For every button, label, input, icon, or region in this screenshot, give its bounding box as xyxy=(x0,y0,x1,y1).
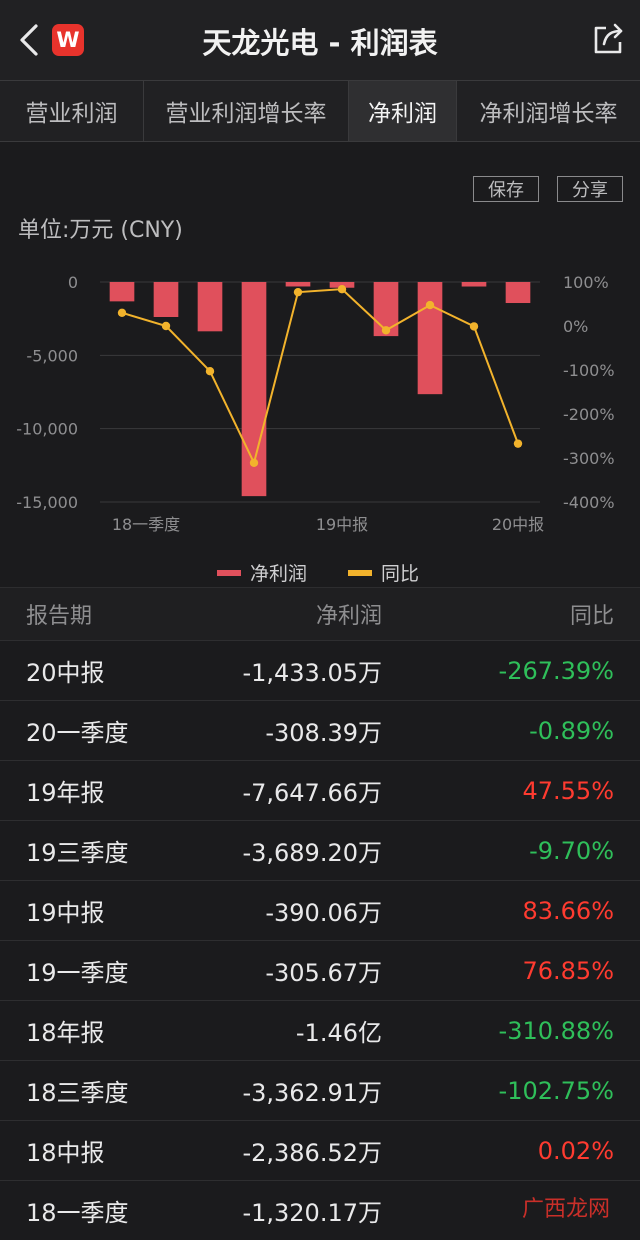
table-row[interactable]: 19中报-390.06万83.66% xyxy=(0,880,640,940)
row-yoy: -102.75% xyxy=(382,1077,640,1105)
left-tick-label: -5,000 xyxy=(26,346,78,365)
table-row[interactable]: 18中报-2,386.52万0.02% xyxy=(0,1120,640,1180)
row-net-profit: -2,386.52万 xyxy=(190,1133,382,1168)
left-tick-label: 0 xyxy=(68,273,78,292)
row-net-profit: -1,433.05万 xyxy=(190,653,382,688)
yoy-point xyxy=(338,285,346,293)
bar xyxy=(286,282,311,286)
row-net-profit: -1,320.17万 xyxy=(190,1193,382,1228)
row-yoy: 47.55% xyxy=(382,777,640,805)
row-period: 19年报 xyxy=(0,773,190,808)
table-row[interactable]: 19一季度-305.67万76.85% xyxy=(0,940,640,1000)
table-row[interactable]: 18三季度-3,362.91万-102.75% xyxy=(0,1060,640,1120)
legend-net-profit-label: 净利润 xyxy=(250,563,307,585)
table-header: 报告期 净利润 同比 xyxy=(0,587,640,640)
left-tick-label: -10,000 xyxy=(16,420,78,439)
yoy-point xyxy=(470,322,478,330)
chart-section: 保存 分享 单位:万元 (CNY) 0-5,000-10,000-15,0001… xyxy=(0,142,640,587)
tab-net-profit-growth[interactable]: 净利润增长率 xyxy=(457,81,640,141)
row-period: 19三季度 xyxy=(0,833,190,868)
yoy-point xyxy=(162,322,170,330)
tab-operating-profit[interactable]: 营业利润 xyxy=(0,81,144,141)
row-yoy: 83.66% xyxy=(382,897,640,925)
right-tick-label: -400% xyxy=(563,493,615,512)
table-body: 20中报-1,433.05万-267.39%20一季度-308.39万-0.89… xyxy=(0,640,640,1240)
row-period: 20一季度 xyxy=(0,713,190,748)
tab-operating-profit-growth[interactable]: 营业利润增长率 xyxy=(144,81,349,141)
yoy-line xyxy=(122,289,518,463)
row-net-profit: -3,362.91万 xyxy=(190,1073,382,1108)
watermark: 广西龙网 xyxy=(522,1191,610,1223)
page-title: 天龙光电 - 利润表 xyxy=(0,20,640,62)
yoy-point xyxy=(514,439,522,447)
back-arrow-icon[interactable] xyxy=(14,22,44,58)
legend-yoy-label: 同比 xyxy=(381,563,419,585)
table-row[interactable]: 20一季度-308.39万-0.89% xyxy=(0,700,640,760)
row-period: 19一季度 xyxy=(0,953,190,988)
row-yoy: -310.88% xyxy=(382,1017,640,1045)
row-yoy: -0.89% xyxy=(382,717,640,745)
yoy-point xyxy=(206,367,214,375)
legend-yoy-swatch xyxy=(348,570,372,576)
right-tick-label: -300% xyxy=(563,449,615,468)
row-period: 19中报 xyxy=(0,893,190,928)
bar xyxy=(154,282,179,317)
right-tick-label: 0% xyxy=(563,317,588,336)
header-period: 报告期 xyxy=(0,598,190,630)
x-tick-label: 19中报 xyxy=(316,515,368,534)
row-net-profit: -7,647.66万 xyxy=(190,773,382,808)
row-net-profit: -3,689.20万 xyxy=(190,833,382,868)
left-tick-label: -15,000 xyxy=(16,493,78,512)
row-period: 18一季度 xyxy=(0,1193,190,1228)
row-yoy: 76.85% xyxy=(382,957,640,985)
header-yoy: 同比 xyxy=(382,598,640,630)
right-tick-label: -100% xyxy=(563,361,615,380)
right-tick-label: 100% xyxy=(563,273,609,292)
table-row[interactable]: 19三季度-3,689.20万-9.70% xyxy=(0,820,640,880)
tab-bar: 营业利润 营业利润增长率 净利润 净利润增长率 xyxy=(0,80,640,142)
bar xyxy=(198,282,223,331)
row-net-profit: -308.39万 xyxy=(190,713,382,748)
bar xyxy=(110,282,135,301)
yoy-point xyxy=(382,326,390,334)
header-net-profit: 净利润 xyxy=(190,598,382,630)
share-icon[interactable] xyxy=(590,22,626,58)
row-period: 18中报 xyxy=(0,1133,190,1168)
table-row[interactable]: 18年报-1.46亿-310.88% xyxy=(0,1000,640,1060)
right-tick-label: -200% xyxy=(563,405,615,424)
row-period: 18三季度 xyxy=(0,1073,190,1108)
yoy-point xyxy=(250,459,258,467)
bar xyxy=(506,282,531,303)
net-profit-chart: 0 -5,000 -10,000 -15,000 100% 0% -100% -200% -30… xyxy=(0,142,640,587)
row-net-profit: -1.46亿 xyxy=(190,1013,382,1048)
x-tick-label: 20中报 xyxy=(492,515,544,534)
tab-net-profit[interactable]: 净利润 xyxy=(349,81,457,141)
top-bar: W 天龙光电 - 利润表 xyxy=(0,0,640,80)
yoy-point xyxy=(426,301,434,309)
row-yoy: -9.70% xyxy=(382,837,640,865)
legend-net-profit-swatch xyxy=(217,570,241,576)
bar xyxy=(462,282,487,287)
row-period: 18年报 xyxy=(0,1013,190,1048)
yoy-point xyxy=(294,288,302,296)
app-logo-icon: W xyxy=(52,24,84,56)
row-yoy: 0.02% xyxy=(382,1137,640,1165)
table-row[interactable]: 19年报-7,647.66万47.55% xyxy=(0,760,640,820)
row-yoy: -267.39% xyxy=(382,657,640,685)
bar xyxy=(418,282,443,394)
yoy-point xyxy=(118,309,126,317)
row-net-profit: -390.06万 xyxy=(190,893,382,928)
table-row[interactable]: 20中报-1,433.05万-267.39% xyxy=(0,640,640,700)
row-net-profit: -305.67万 xyxy=(190,953,382,988)
row-period: 20中报 xyxy=(0,653,190,688)
x-tick-label: 18一季度 xyxy=(112,515,180,534)
